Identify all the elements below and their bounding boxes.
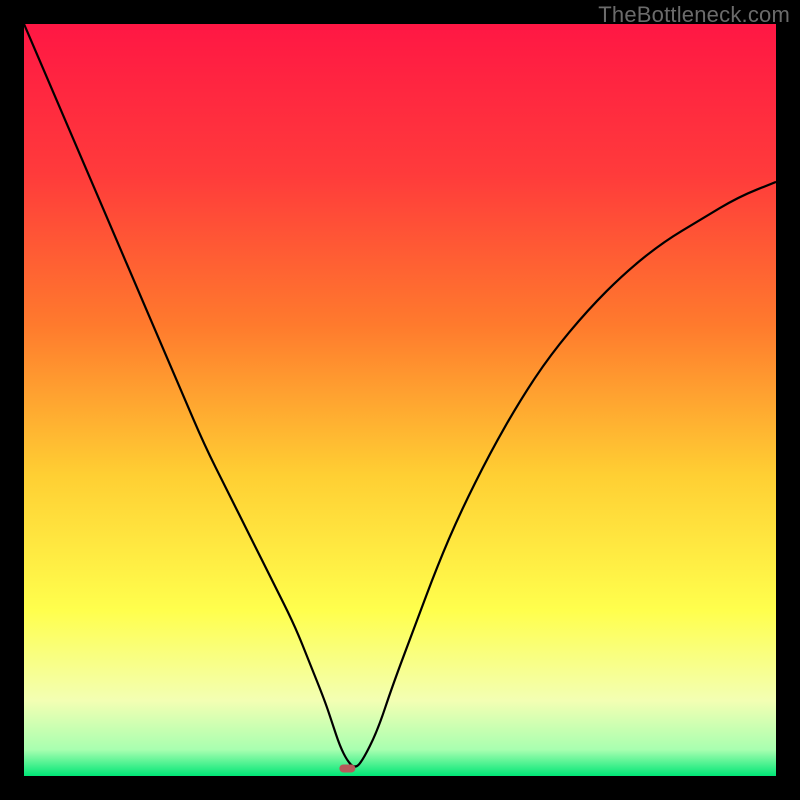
watermark-label: TheBottleneck.com <box>598 2 790 28</box>
bottleneck-plot <box>24 24 776 776</box>
chart-frame <box>24 24 776 776</box>
optimal-point-marker <box>339 764 355 772</box>
